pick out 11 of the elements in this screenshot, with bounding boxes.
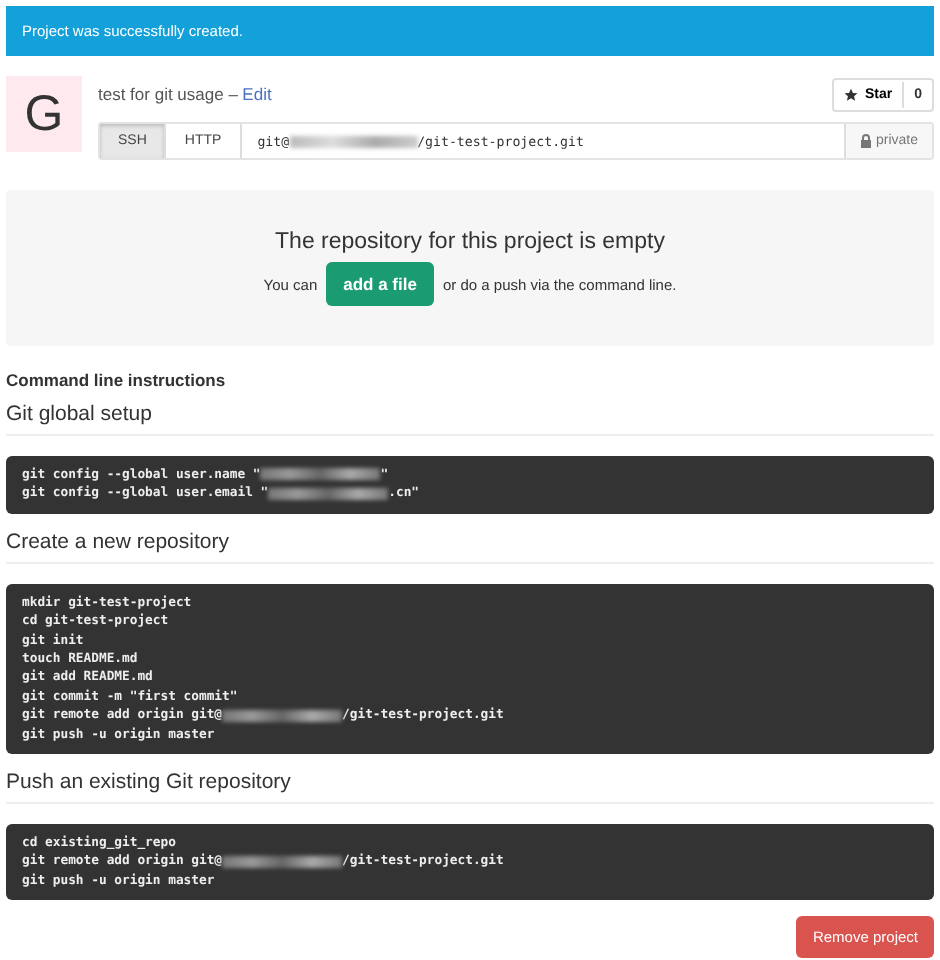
section-heading: Git global setup xyxy=(6,402,934,436)
instructions-title: Command line instructions xyxy=(6,370,228,390)
project-title: test for git usage – xyxy=(98,84,238,104)
project-avatar: G xyxy=(6,76,82,152)
lock-icon xyxy=(859,134,872,148)
section-heading: Create a new repository xyxy=(6,529,934,564)
edit-link[interactable]: Edit xyxy=(242,84,272,104)
empty-heading: The repository for this project is empty xyxy=(275,230,665,254)
section-heading: Push an existing Git repository xyxy=(6,770,934,805)
star-icon xyxy=(844,87,859,101)
add-file-button[interactable]: add a file xyxy=(325,262,435,306)
